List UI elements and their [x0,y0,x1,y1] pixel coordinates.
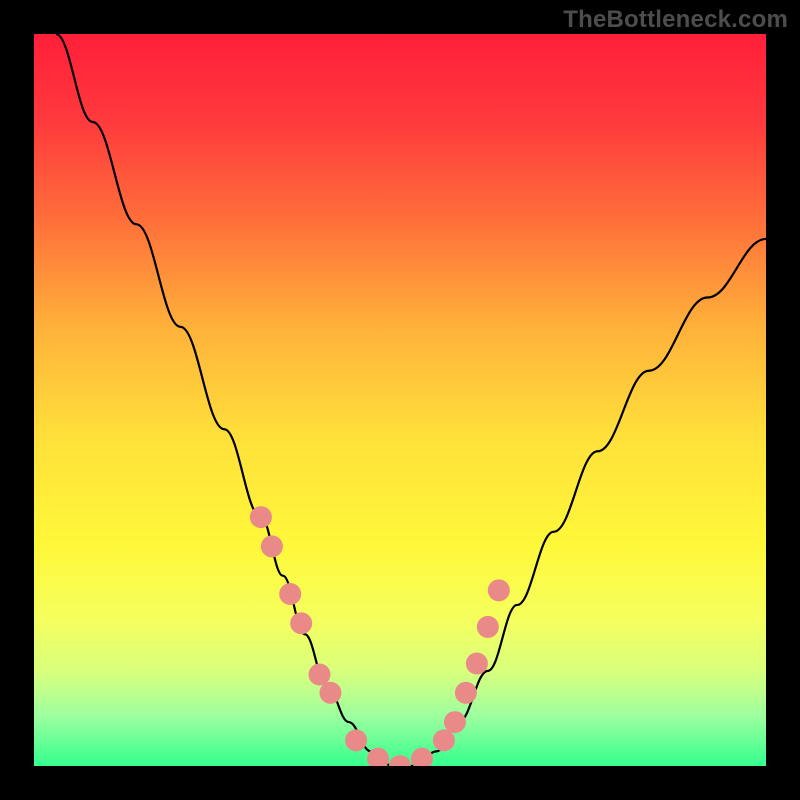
marker-dot [433,729,455,751]
marker-dot [319,682,341,704]
marker-dot [345,729,367,751]
marker-dot [308,664,330,686]
chart-svg [34,34,766,766]
marker-dot [411,748,433,766]
marker-dot [477,616,499,638]
chart-frame: TheBottleneck.com [0,0,800,800]
marker-dot [488,579,510,601]
marker-dot [466,653,488,675]
marker-dot [444,711,466,733]
plot-area [34,34,766,766]
marker-dot [261,535,283,557]
marker-dot [455,682,477,704]
marker-dot [290,612,312,634]
marker-dot [250,506,272,528]
marker-dot [279,583,301,605]
highlight-markers [250,506,510,766]
watermark-text: TheBottleneck.com [563,6,788,34]
bottleneck-curve [56,34,766,766]
marker-dot [389,755,411,766]
